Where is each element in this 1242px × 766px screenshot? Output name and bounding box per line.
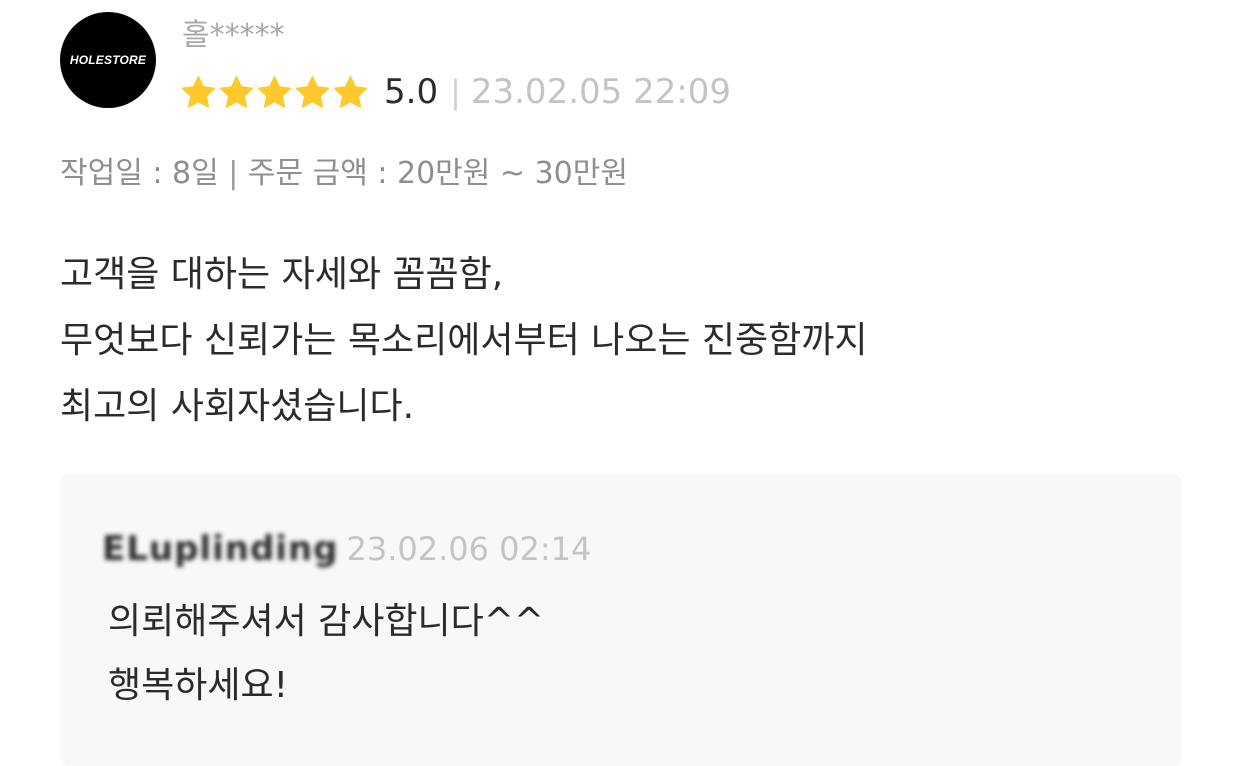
star-icon [295,75,330,108]
holestore-logo: HOLESTORE [69,53,147,67]
star-icon [257,75,292,108]
review-date: 23.02.05 22:09 [470,72,732,112]
review-line: 최고의 사회자셨습니다. [60,386,415,427]
review-line: 무엇보다 신뢰가는 목소리에서부터 나오는 진중함까지 [60,320,868,361]
review-line: 고객을 대하는 자세와 꼼꼼함, [60,254,504,295]
reply-header: ELuplinding 23.02.06 02:14 [102,524,591,574]
star-icon [333,75,368,108]
reply-line: 의뢰해주셔서 감사합니다^^ [108,601,545,642]
rating-score: 5.0 [384,72,439,112]
reply-line: 행복하세요! [108,665,289,706]
reply-body: 의뢰해주셔서 감사합니다^^ 행복하세요! [108,590,544,718]
star-icon [181,75,216,108]
star-icon [219,75,254,108]
separator: | [450,73,461,111]
review-meta: 작업일 : 8일 | 주문 금액 : 20만원 ~ 30만원 [60,152,628,196]
work-days: 작업일 : 8일 [60,156,219,191]
reviewer-avatar: HOLESTORE [60,12,156,108]
seller-name: ELuplinding [102,529,339,569]
order-amount: 주문 금액 : 20만원 ~ 30만원 [247,156,628,191]
meta-separator: | [228,156,239,191]
star-rating [180,74,370,111]
rating-row: 5.0 | 23.02.05 22:09 [180,70,731,114]
seller-reply: ELuplinding 23.02.06 02:14 의뢰해주셔서 감사합니다^… [60,474,1182,766]
review-body: 고객을 대하는 자세와 꼼꼼함, 무엇보다 신뢰가는 목소리에서부터 나오는 진… [60,242,868,440]
reply-date: 23.02.06 02:14 [346,530,592,568]
reviewer-name: 홀***** [182,18,285,53]
